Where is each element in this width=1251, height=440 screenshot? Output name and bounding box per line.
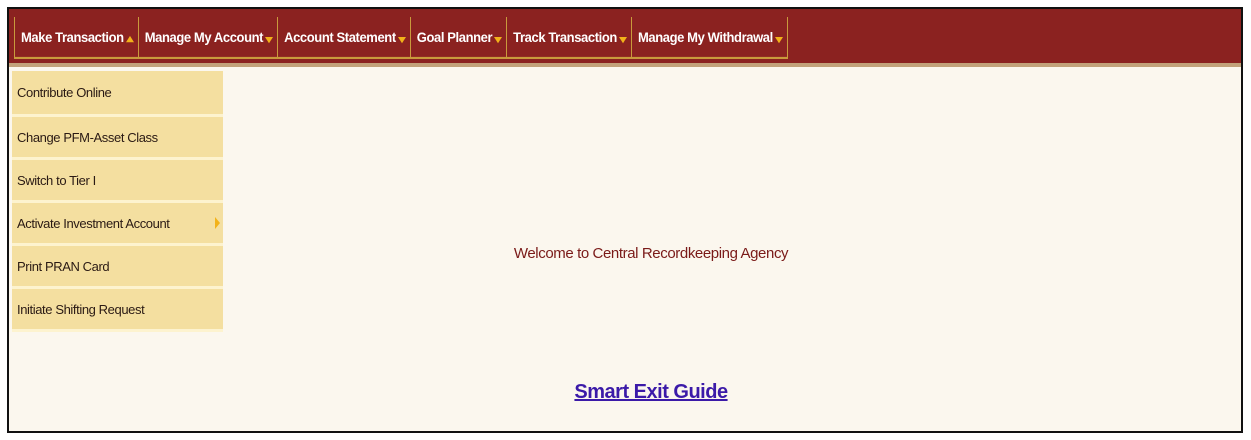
menu-item-label: Manage My Withdrawal xyxy=(637,29,773,45)
dropdown-item-label: Change PFM-Asset Class xyxy=(17,129,158,145)
page-frame: Make Transaction Manage My Account Accou… xyxy=(7,7,1243,433)
caret-down-icon xyxy=(494,36,503,44)
welcome-message: Welcome to Central Recordkeeping Agency xyxy=(9,245,1241,262)
menu-item-label: Account Statement xyxy=(284,29,396,45)
menu-item-label: Track Transaction xyxy=(513,29,617,45)
dropdown-item-change-pfm-asset-class[interactable]: Change PFM-Asset Class xyxy=(12,117,223,160)
smart-exit-guide-container: Smart Exit Guide xyxy=(9,381,1241,404)
menu-item-manage-my-account[interactable]: Manage My Account xyxy=(138,17,279,59)
caret-down-icon xyxy=(774,36,783,44)
welcome-text: Welcome to Central Recordkeeping Agency xyxy=(513,245,789,262)
main-menubar: Make Transaction Manage My Account Accou… xyxy=(9,9,1241,67)
menu-list: Make Transaction Manage My Account Accou… xyxy=(14,17,788,59)
caret-down-icon xyxy=(265,36,274,44)
dropdown-item-switch-to-tier-i[interactable]: Switch to Tier I xyxy=(12,160,223,203)
dropdown-item-activate-investment-account[interactable]: Activate Investment Account xyxy=(12,203,223,246)
menu-item-track-transaction[interactable]: Track Transaction xyxy=(507,17,632,59)
menu-item-label: Goal Planner xyxy=(416,29,493,45)
dropdown-item-contribute-online[interactable]: Contribute Online xyxy=(12,71,223,117)
caret-down-icon xyxy=(397,36,406,44)
menu-item-goal-planner[interactable]: Goal Planner xyxy=(410,17,508,59)
menu-item-account-statement[interactable]: Account Statement xyxy=(278,17,411,59)
dropdown-item-initiate-shifting-request[interactable]: Initiate Shifting Request xyxy=(12,289,223,332)
dropdown-item-label: Initiate Shifting Request xyxy=(17,301,145,317)
make-transaction-dropdown: Contribute Online Change PFM-Asset Class… xyxy=(12,71,223,332)
caret-right-icon xyxy=(215,217,220,229)
dropdown-item-label: Contribute Online xyxy=(17,85,112,100)
menu-item-manage-my-withdrawal[interactable]: Manage My Withdrawal xyxy=(631,17,788,59)
dropdown-item-label: Switch to Tier I xyxy=(17,172,96,188)
menu-item-label: Manage My Account xyxy=(144,29,264,45)
caret-down-icon xyxy=(618,36,627,44)
menu-item-make-transaction[interactable]: Make Transaction xyxy=(14,17,139,59)
smart-exit-guide-link[interactable]: Smart Exit Guide xyxy=(574,381,728,403)
dropdown-item-label: Activate Investment Account xyxy=(17,215,170,231)
menu-item-label: Make Transaction xyxy=(21,29,124,45)
caret-up-icon xyxy=(125,35,134,43)
